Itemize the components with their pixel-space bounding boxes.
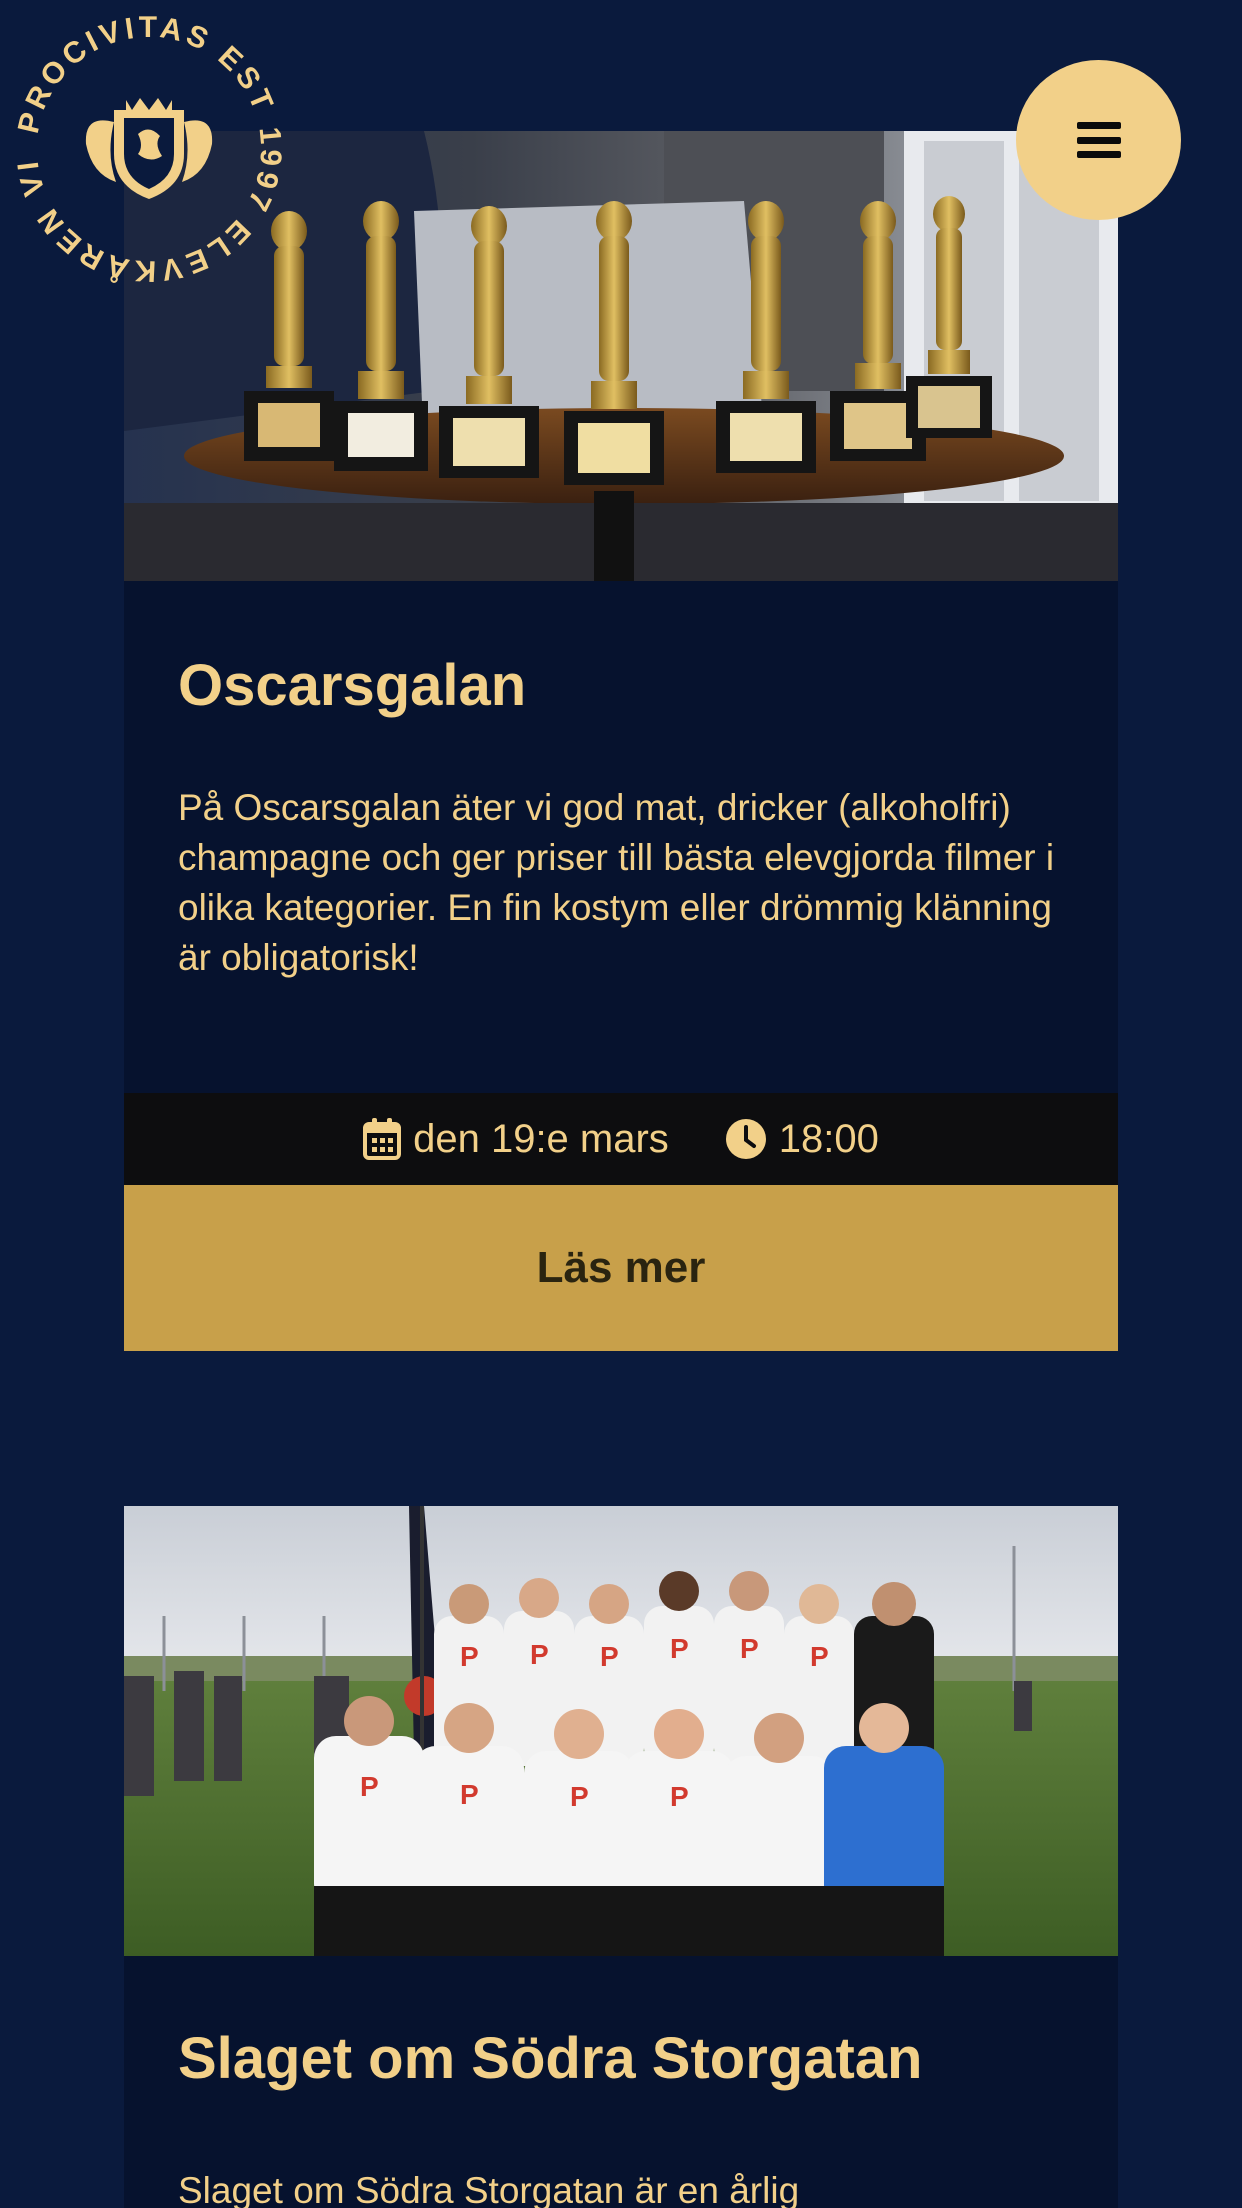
svg-text:P: P bbox=[670, 1781, 689, 1812]
svg-text:P: P bbox=[570, 1781, 589, 1812]
event-title: Slaget om Södra Storgatan bbox=[178, 2026, 923, 2091]
svg-text:P: P bbox=[460, 1779, 479, 1810]
event-date-text: den 19:e mars bbox=[413, 1116, 669, 1161]
svg-text:P: P bbox=[810, 1641, 829, 1672]
svg-text:P: P bbox=[460, 1641, 479, 1672]
svg-text:P: P bbox=[740, 1633, 759, 1664]
event-time: 18:00 bbox=[725, 1117, 879, 1162]
events-page: PROCIVITAS EST 1997 ELEVKÅREN VID bbox=[0, 0, 1242, 2208]
svg-text:P: P bbox=[670, 1633, 689, 1664]
svg-text:P: P bbox=[600, 1641, 619, 1672]
menu-button[interactable] bbox=[1016, 60, 1181, 220]
event-date: den 19:e mars bbox=[363, 1117, 669, 1162]
event-time-text: 18:00 bbox=[778, 1116, 879, 1161]
site-logo[interactable]: PROCIVITAS EST 1997 ELEVKÅREN VID bbox=[14, 14, 284, 284]
logo-emblem: PROCIVITAS EST 1997 ELEVKÅREN VID bbox=[14, 14, 283, 284]
event-description: På Oscarsgalan äter vi god mat, dricker … bbox=[178, 787, 1055, 978]
event-title: Oscarsgalan bbox=[178, 653, 527, 718]
svg-text:P: P bbox=[530, 1639, 549, 1670]
event-description: Slaget om Södra Storgatan är en årlig bbox=[178, 2170, 800, 2208]
read-more-button[interactable]: Läs mer bbox=[124, 1185, 1118, 1351]
calendar-icon bbox=[363, 1118, 402, 1160]
svg-text:P: P bbox=[360, 1771, 379, 1802]
hamburger-menu-icon bbox=[1076, 122, 1121, 158]
clock-icon bbox=[725, 1119, 766, 1159]
event-image: P P P P P P P P P P bbox=[124, 1506, 1118, 1956]
event-card-body: Oscarsgalan På Oscarsgalan äter vi god m… bbox=[124, 581, 1118, 1093]
event-meta-bar: den 19:e mars 18:00 bbox=[124, 1093, 1118, 1185]
football-team-photo: P P P P P P P P P P bbox=[124, 1506, 1118, 1956]
event-card: P P P P P P P P P P Slaget om Södra Stor… bbox=[124, 1506, 1118, 2208]
event-card-body: Slaget om Södra Storgatan Slaget om Södr… bbox=[124, 1956, 1118, 2208]
event-card: Oscarsgalan På Oscarsgalan äter vi god m… bbox=[124, 131, 1118, 1351]
